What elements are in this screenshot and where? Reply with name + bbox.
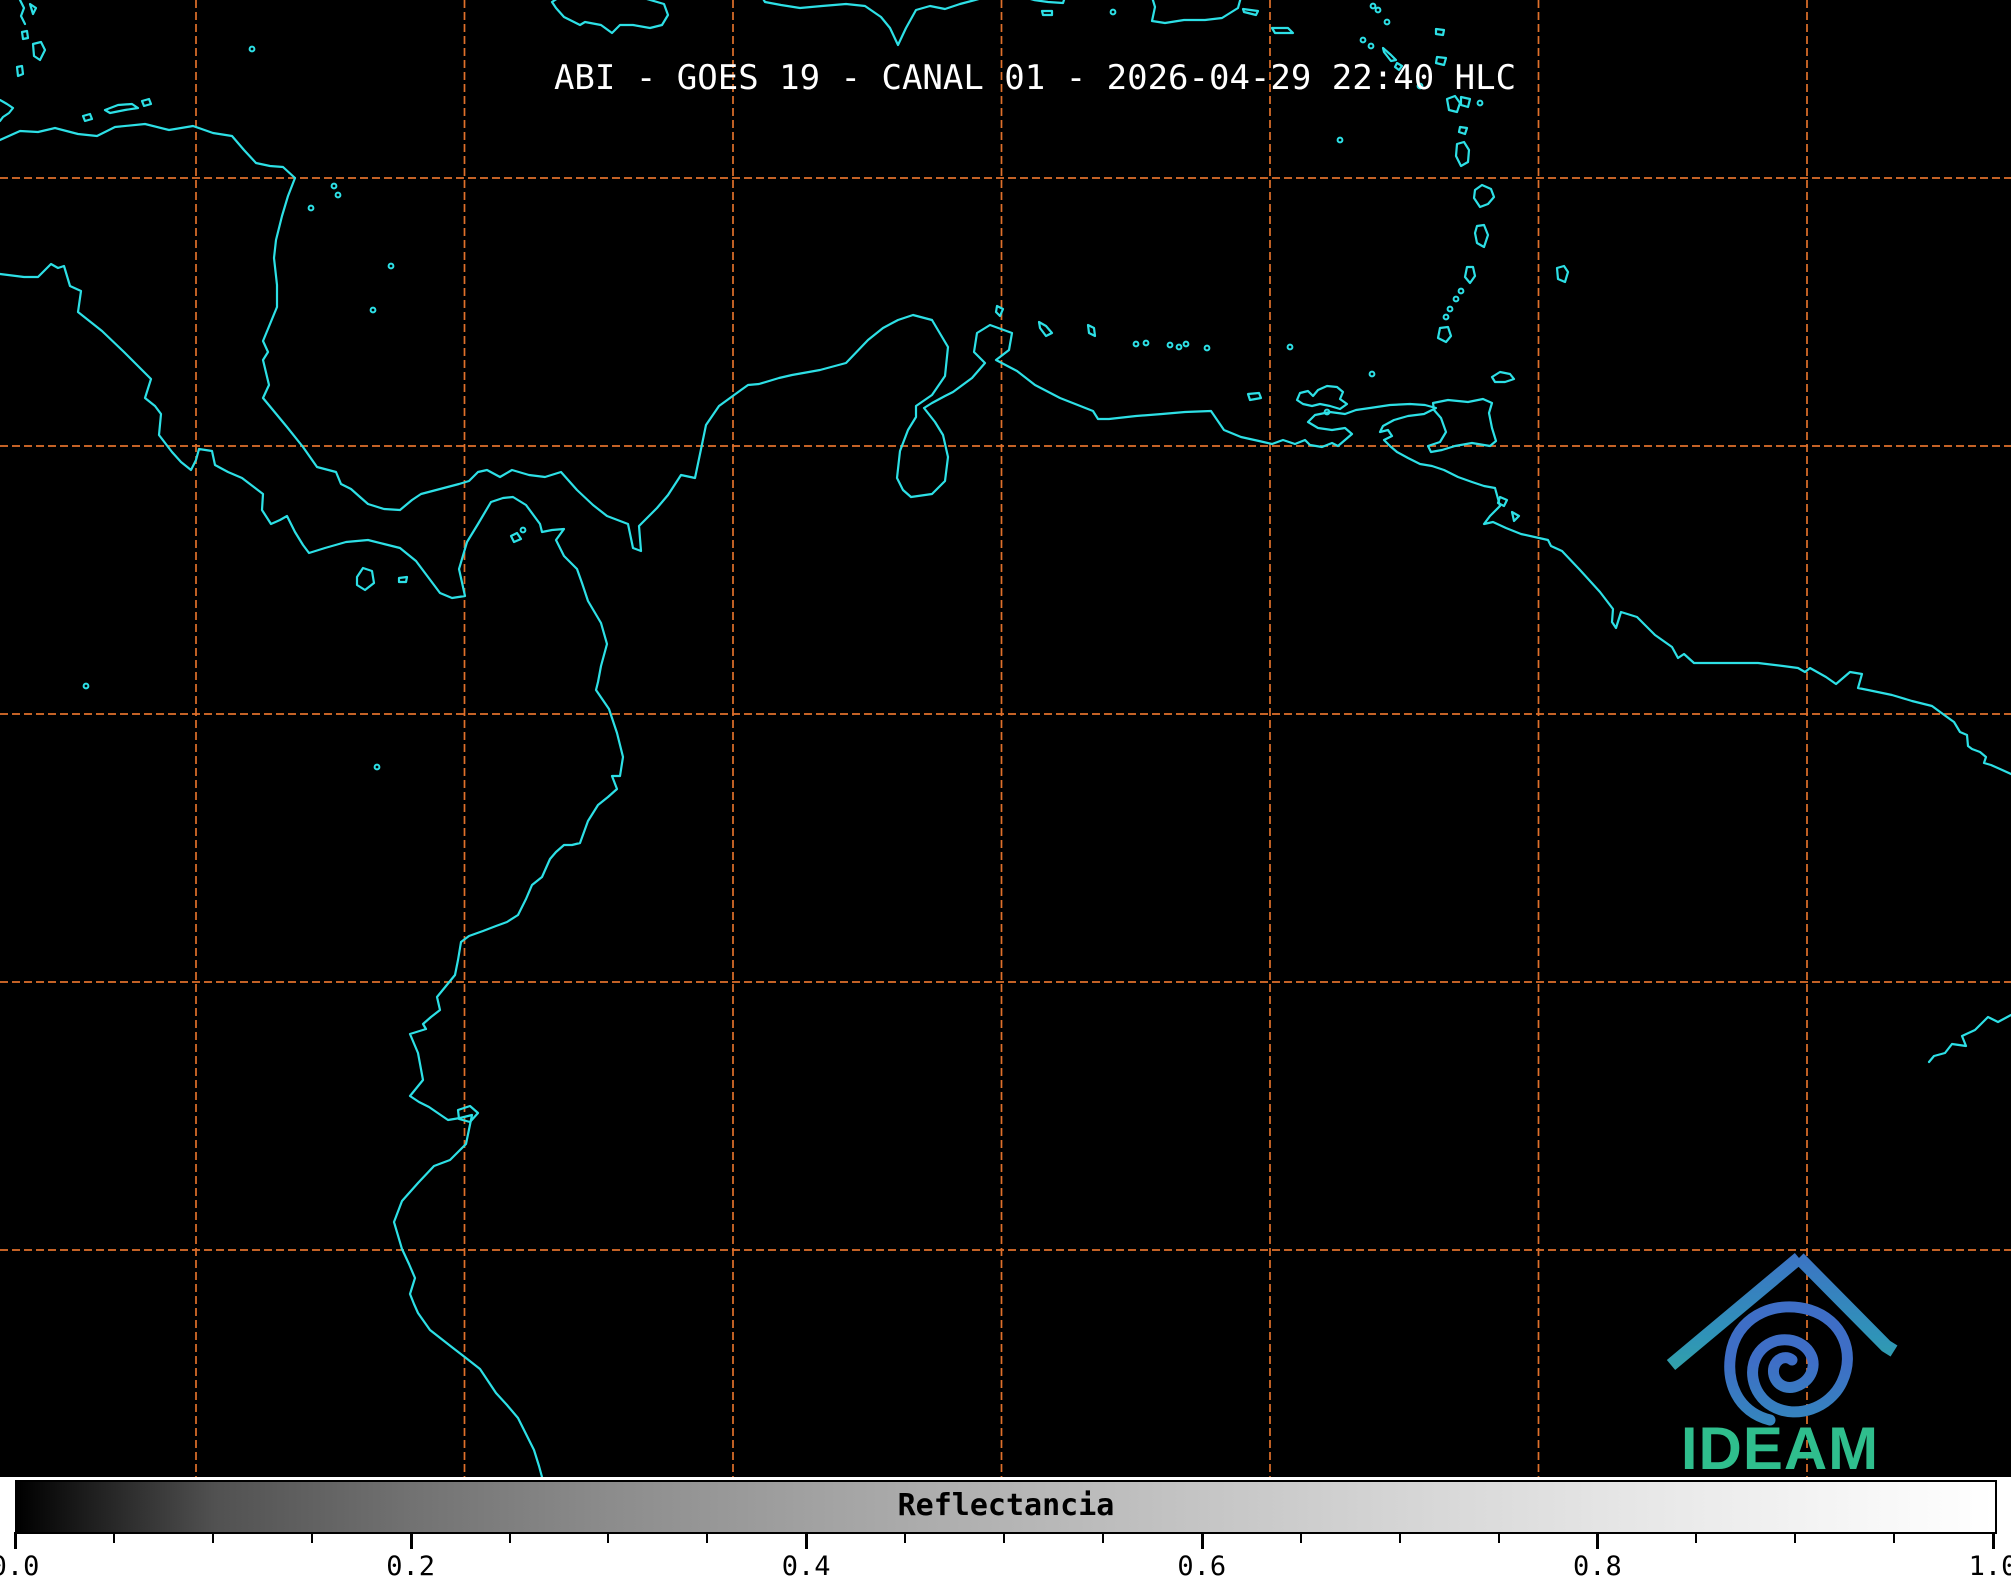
colorbar-tick-label: 1.0 (1969, 1551, 2011, 1577)
colorbar-minor-tick (1003, 1532, 1005, 1543)
colorbar-major-tick (1596, 1532, 1599, 1549)
colorbar: Reflectancia (15, 1480, 1997, 1534)
colorbar-minor-tick (607, 1532, 609, 1543)
logo-swirl-stroke (1730, 1307, 1848, 1420)
colorbar-minor-tick (1102, 1532, 1104, 1543)
colorbar-tick-label: 0.8 (1573, 1551, 1622, 1577)
colorbar-label: Reflectancia (898, 1488, 1115, 1523)
colorbar-minor-tick (311, 1532, 313, 1543)
colorbar-major-tick (14, 1532, 17, 1549)
map-title: ABI - GOES 19 - CANAL 01 - 2026-04-29 22… (554, 58, 1516, 98)
colorbar-minor-tick (1399, 1532, 1401, 1543)
colorbar-major-tick (805, 1532, 808, 1549)
colorbar-major-tick (1201, 1532, 1204, 1549)
satellite-map: ABI - GOES 19 - CANAL 01 - 2026-04-29 22… (0, 0, 2011, 1477)
ideam-logo-text: IDEAM (1681, 1414, 1879, 1477)
colorbar-major-tick (1992, 1532, 1995, 1549)
colorbar-minor-tick (1695, 1532, 1697, 1543)
colorbar-minor-tick (113, 1532, 115, 1543)
colorbar-minor-tick (904, 1532, 906, 1543)
colorbar-minor-tick (1498, 1532, 1500, 1543)
colorbar-minor-tick (706, 1532, 708, 1543)
satellite-image-viewer: ABI - GOES 19 - CANAL 01 - 2026-04-29 22… (0, 0, 2011, 1577)
colorbar-minor-tick (212, 1532, 214, 1543)
colorbar-tick-label: 0.0 (0, 1551, 39, 1577)
colorbar-minor-tick (1300, 1532, 1302, 1543)
colorbar-minor-tick (509, 1532, 511, 1543)
colorbar-tick-label: 0.2 (386, 1551, 435, 1577)
colorbar-tick-label: 0.4 (782, 1551, 831, 1577)
colorbar-minor-tick (1893, 1532, 1895, 1543)
colorbar-tick-label: 0.6 (1177, 1551, 1226, 1577)
colorbar-major-tick (410, 1532, 413, 1549)
colorbar-strip: Reflectancia 0.0 0.2 0.4 0.6 0.8 1.0 (0, 1477, 2011, 1577)
colorbar-minor-tick (1794, 1532, 1796, 1543)
